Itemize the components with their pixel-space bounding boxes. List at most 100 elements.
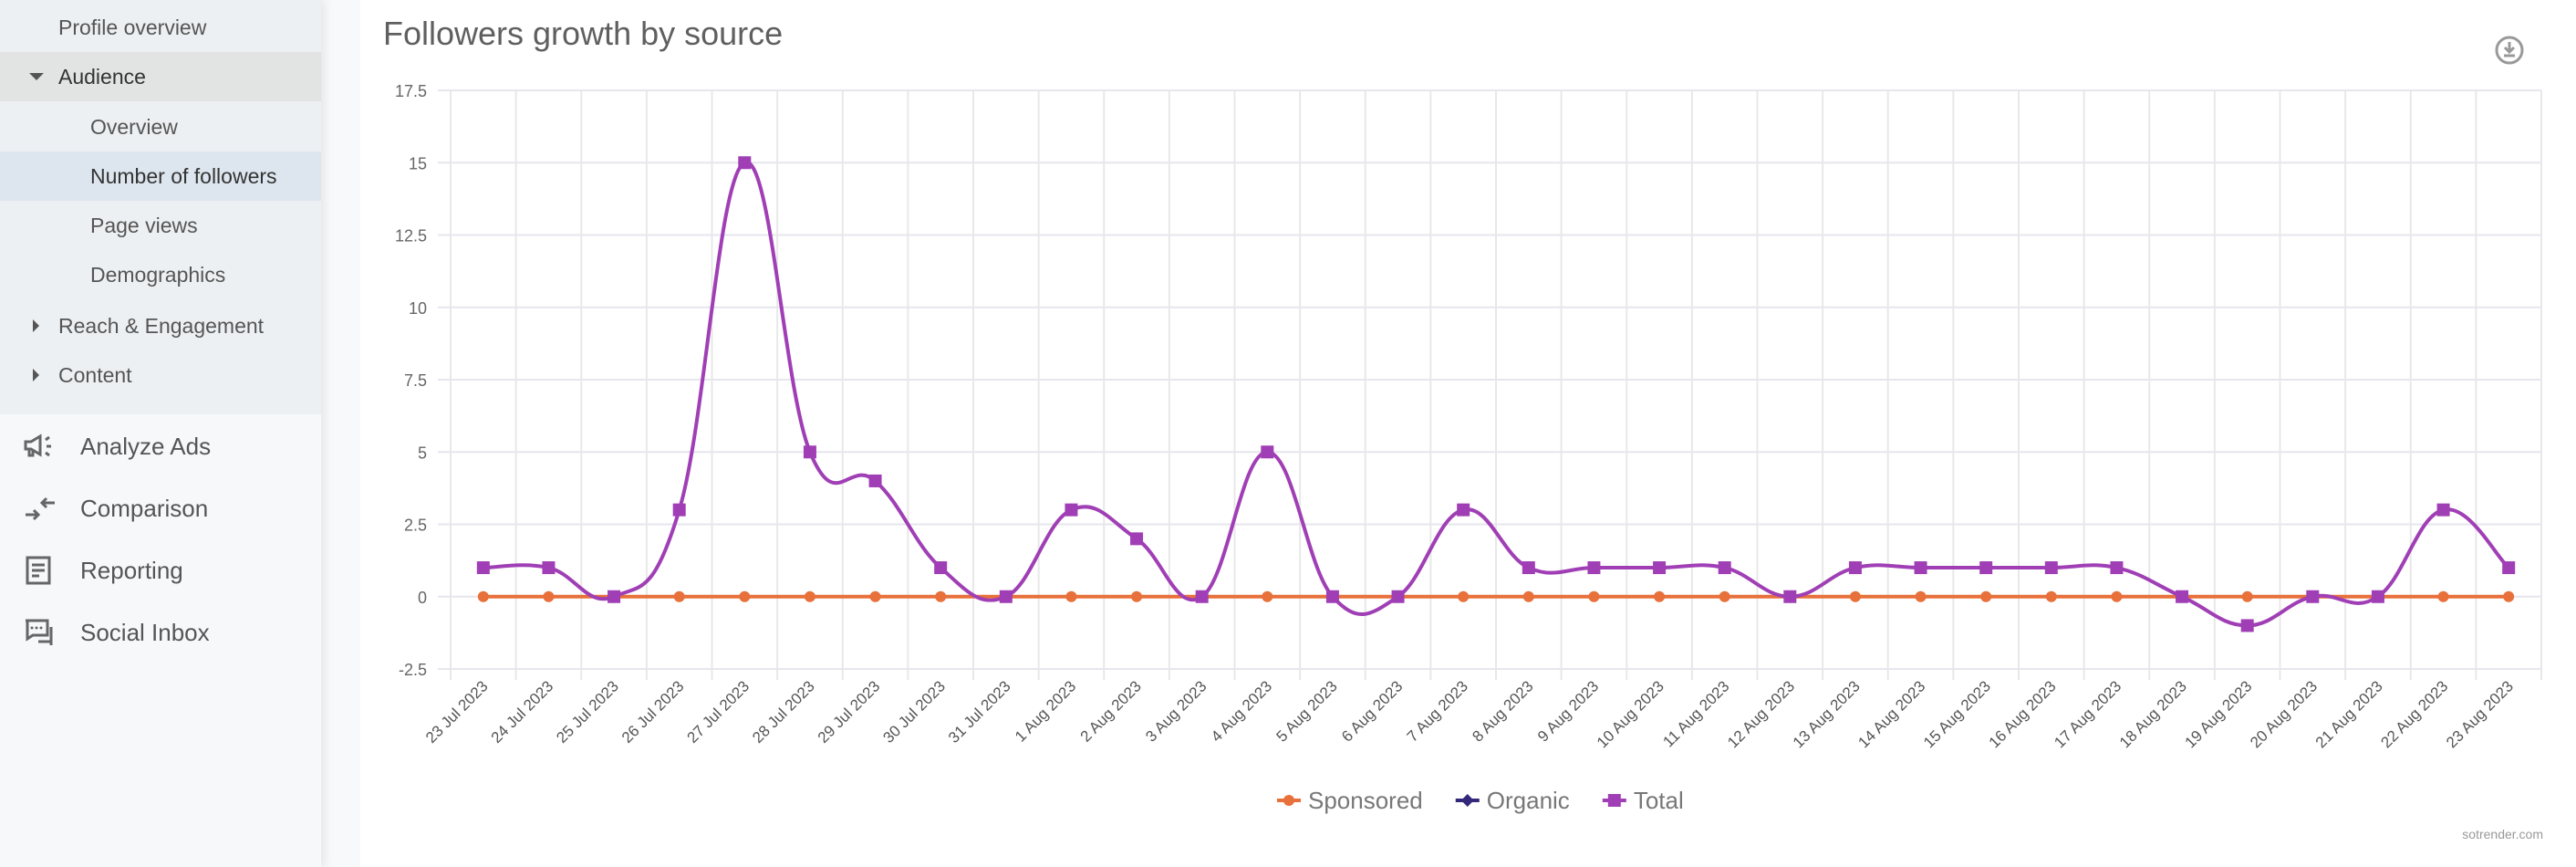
data-point (2306, 590, 2320, 603)
data-point (1262, 590, 1273, 602)
x-tick-label: 23 Aug 2023 (2443, 677, 2517, 751)
caret-down-icon (29, 73, 44, 80)
x-tick-label: 28 Jul 2023 (749, 677, 818, 747)
data-point (1914, 561, 1927, 575)
sidebar-item-number-of-followers[interactable]: Number of followers (0, 151, 321, 201)
legend-item-total[interactable]: Total (1602, 787, 1684, 814)
credit-link[interactable]: sotrender.com (2462, 827, 2543, 841)
x-tick-label: 8 Aug 2023 (1469, 677, 1536, 745)
x-tick-label: 31 Jul 2023 (945, 677, 1014, 747)
data-point (869, 590, 881, 602)
data-point (1325, 590, 1339, 603)
sidebar-item-page-views[interactable]: Page views (0, 201, 321, 250)
data-point (2436, 503, 2450, 517)
data-point (2111, 590, 2123, 602)
data-point (477, 590, 489, 602)
x-tick-label: 17 Aug 2023 (2051, 677, 2124, 751)
data-point (804, 590, 815, 602)
x-tick-label: 3 Aug 2023 (1142, 677, 1210, 745)
x-tick-label: 24 Jul 2023 (488, 677, 557, 747)
data-point (2044, 561, 2058, 575)
x-tick-label: 22 Aug 2023 (2377, 677, 2451, 751)
y-tick-label: 17.5 (395, 82, 427, 100)
data-point (476, 561, 490, 575)
label: Reach & Engagement (58, 313, 265, 338)
compare-arrows-icon (26, 496, 55, 521)
data-point (1653, 561, 1667, 575)
y-tick-label: 12.5 (395, 227, 427, 245)
data-point (2371, 590, 2384, 603)
sidebar-item-overview[interactable]: Overview (0, 102, 321, 151)
data-point (673, 590, 685, 602)
x-tick-label: 10 Aug 2023 (1594, 677, 1667, 751)
label: Reporting (80, 556, 183, 584)
data-point (2240, 619, 2254, 632)
legend-marker (1460, 794, 1474, 807)
data-point (868, 474, 882, 487)
y-tick-label: 15 (409, 154, 427, 172)
data-point (1979, 561, 1993, 575)
data-point (1522, 561, 1535, 575)
data-point (803, 445, 816, 459)
data-point (999, 590, 1013, 603)
data-point (2437, 590, 2449, 602)
legend-marker (1283, 795, 1294, 806)
data-point (543, 590, 555, 602)
data-point (1131, 590, 1143, 602)
label: Profile overview (58, 15, 207, 39)
data-point (1130, 532, 1144, 546)
sidebar-item-profile-overview[interactable]: Profile overview (0, 3, 321, 52)
data-point (738, 156, 752, 170)
x-tick-label: 7 Aug 2023 (1404, 677, 1471, 745)
legend-label: Sponsored (1308, 787, 1423, 814)
data-point (672, 503, 686, 517)
y-tick-label: -2.5 (399, 661, 427, 679)
x-tick-label: 6 Aug 2023 (1338, 677, 1406, 745)
data-point (1719, 590, 1730, 602)
data-point (2241, 590, 2253, 602)
data-point (1848, 561, 1862, 575)
sidebar-item-reach-engagement[interactable]: Reach & Engagement (0, 301, 321, 350)
nav-social-inbox[interactable]: Social Inbox (0, 605, 321, 660)
sidebar-item-demographics[interactable]: Demographics (0, 250, 321, 299)
caret-right-icon (33, 319, 39, 332)
label: Analyze Ads (80, 432, 212, 460)
data-point (1718, 561, 1731, 575)
data-point (1457, 503, 1470, 517)
label: Comparison (80, 494, 209, 522)
data-point (1587, 561, 1601, 575)
nav-analyze-ads[interactable]: Analyze Ads (0, 419, 321, 474)
data-point (542, 561, 556, 575)
caret-right-icon (33, 369, 39, 381)
x-tick-label: 9 Aug 2023 (1534, 677, 1602, 745)
line-chart: -2.5 0 2.5 5 7.5 10 12.5 15 17.5 23 Jul 202324 Ju… (395, 82, 2542, 814)
megaphone-icon (24, 434, 51, 457)
y-tick-label: 0 (418, 589, 427, 607)
x-tick-label: 19 Aug 2023 (2182, 677, 2256, 751)
label: Overview (90, 114, 178, 139)
x-tick-label: 13 Aug 2023 (1790, 677, 1864, 751)
data-point (2176, 590, 2189, 603)
data-point (2110, 561, 2124, 575)
y-tick-label: 2.5 (404, 517, 427, 535)
legend-label: Organic (1487, 787, 1570, 814)
y-tick-label: 10 (409, 299, 427, 318)
data-point (739, 590, 751, 602)
sidebar-item-content[interactable]: Content (0, 350, 321, 400)
legend-item-sponsored[interactable]: Sponsored (1277, 787, 1423, 814)
report-icon (26, 556, 51, 585)
data-point (1980, 590, 1992, 602)
data-point (608, 590, 621, 603)
legend-item-organic[interactable]: Organic (1455, 787, 1570, 814)
data-point (1783, 590, 1797, 603)
data-point (1915, 590, 1927, 602)
x-tick-label: 15 Aug 2023 (1920, 677, 1994, 751)
legend-label: Total (1634, 787, 1684, 814)
data-point (2503, 590, 2515, 602)
nav-comparison[interactable]: Comparison (0, 481, 321, 536)
nav-reporting[interactable]: Reporting (0, 543, 321, 598)
sidebar-item-audience[interactable]: Audience (0, 52, 321, 101)
data-point (934, 561, 948, 575)
data-point (1849, 590, 1861, 602)
x-tick-label: 16 Aug 2023 (1986, 677, 2060, 751)
